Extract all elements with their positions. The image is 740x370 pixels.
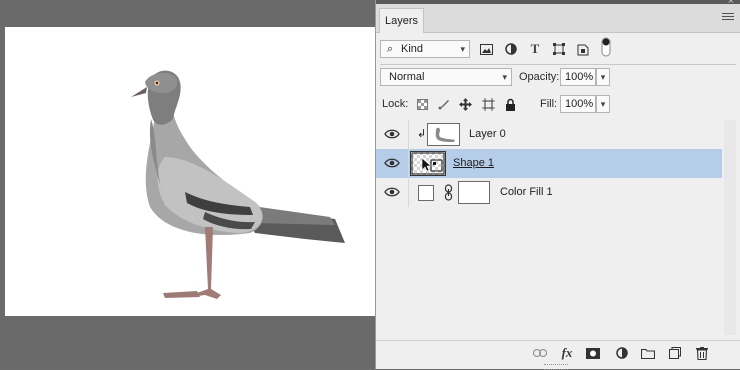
mask-link-icon[interactable] <box>444 184 453 201</box>
tab-layers[interactable]: Layers <box>379 8 424 33</box>
column-separator <box>408 149 409 178</box>
link-layers-icon[interactable] <box>532 345 548 361</box>
layer-mask-thumbnail[interactable] <box>458 181 490 204</box>
smart-object-filter-icon[interactable] <box>575 41 591 57</box>
lock-row: Lock: Fill: 100% ▾ <box>376 95 740 115</box>
new-layer-icon[interactable] <box>667 345 683 361</box>
column-separator <box>408 178 409 207</box>
fx-icon[interactable]: fx <box>559 345 575 361</box>
lock-image-icon[interactable] <box>436 96 452 112</box>
panel-menu-icon[interactable] <box>722 13 734 23</box>
delete-icon[interactable] <box>694 345 710 361</box>
filter-kind-label: Kind <box>401 43 424 55</box>
panel-divider <box>380 64 736 65</box>
filter-kind-dropdown[interactable]: ⌕ Kind ▾ <box>380 40 470 58</box>
lock-artboard-icon[interactable] <box>480 96 496 112</box>
fill-input[interactable]: 100% <box>560 95 596 113</box>
chevron-down-icon: ▾ <box>460 44 465 54</box>
layers-list: ↲ Layer 0 Shape 1 Color Fill 1 <box>376 120 722 335</box>
blend-mode-value: Normal <box>389 71 425 83</box>
workspace-canvas[interactable] <box>0 0 375 369</box>
pigeon-image <box>131 70 345 299</box>
layer-name-label: Shape 1 <box>453 157 494 169</box>
add-mask-icon[interactable] <box>585 345 601 361</box>
search-icon: ⌕ <box>387 43 394 55</box>
lock-all-icon[interactable] <box>502 96 518 112</box>
fill-dropdown-icon[interactable]: ▾ <box>596 95 610 113</box>
chevron-down-icon: ▾ <box>502 72 507 82</box>
layer-row-layer-0[interactable]: ↲ Layer 0 <box>376 120 722 149</box>
blend-row: Normal ▾ Opacity: 100% ▾ <box>376 68 740 88</box>
lock-position-icon[interactable] <box>457 96 473 112</box>
panel-resize-grip[interactable] <box>544 364 568 370</box>
layer-thumbnail[interactable] <box>427 123 460 146</box>
opacity-dropdown-icon[interactable]: ▾ <box>596 68 610 86</box>
type-filter-icon[interactable]: T <box>527 41 543 57</box>
lock-transparent-icon[interactable] <box>414 96 430 112</box>
column-separator <box>408 120 409 149</box>
shape-filter-icon[interactable] <box>551 41 567 57</box>
document-canvas[interactable] <box>5 27 375 316</box>
fill-color-thumbnail[interactable] <box>418 185 434 201</box>
new-group-icon[interactable] <box>640 345 656 361</box>
filter-row: ⌕ Kind ▾ T <box>376 37 740 60</box>
fill-label: Fill: <box>540 98 558 110</box>
layer-row-shape-1[interactable]: Shape 1 <box>376 149 722 178</box>
layers-bottom-toolbar: fx <box>376 340 740 366</box>
filter-toggle-icon[interactable] <box>598 37 614 57</box>
panel-tab-strip: Layers <box>376 4 740 33</box>
blend-mode-dropdown[interactable]: Normal ▾ <box>380 68 512 86</box>
layers-panel: × Layers ⌕ Kind ▾ T Normal <box>375 0 740 370</box>
adjustment-filter-icon[interactable] <box>503 41 519 57</box>
layers-scrollbar[interactable] <box>724 120 736 335</box>
layer-thumbnail[interactable] <box>410 151 446 176</box>
visibility-eye-icon[interactable] <box>384 186 400 198</box>
adjustment-layer-icon[interactable] <box>614 345 630 361</box>
opacity-input[interactable]: 100% <box>560 68 596 86</box>
visibility-eye-icon[interactable] <box>384 157 400 169</box>
lock-label: Lock: <box>382 98 409 110</box>
clipping-mask-icon: ↲ <box>417 128 427 140</box>
layer-name-label: Color Fill 1 <box>500 186 553 198</box>
visibility-eye-icon[interactable] <box>384 128 400 140</box>
image-filter-icon[interactable] <box>478 41 494 57</box>
layer-name-label: Layer 0 <box>469 128 506 140</box>
layer-row-color-fill-1[interactable]: Color Fill 1 <box>376 178 722 207</box>
opacity-label: Opacity: <box>519 71 560 83</box>
